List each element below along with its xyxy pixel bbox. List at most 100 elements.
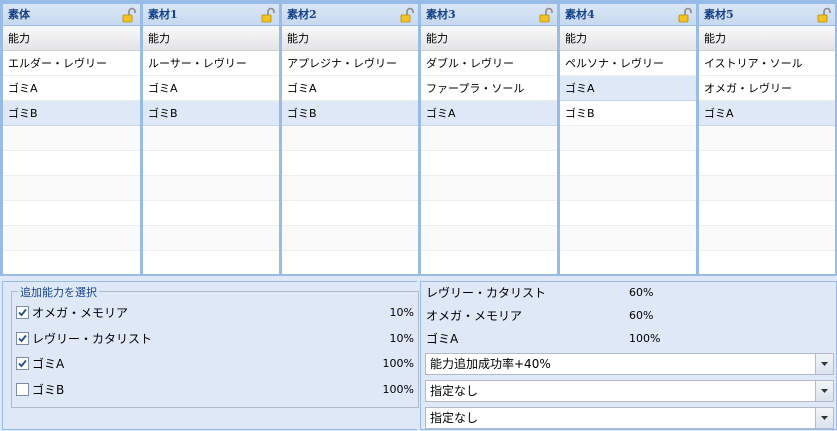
ability-row[interactable]: ゴミA — [560, 76, 696, 101]
empty-row — [560, 126, 696, 151]
ability-row[interactable]: ゴミA — [143, 76, 279, 101]
column-header[interactable]: 素体 — [3, 4, 140, 26]
empty-row — [3, 226, 140, 251]
empty-row — [282, 251, 418, 274]
column-title: 素材4 — [565, 8, 595, 21]
empty-row — [699, 151, 835, 176]
unlock-icon[interactable] — [817, 7, 831, 23]
checkbox-checked[interactable] — [16, 332, 29, 345]
summary-label: レヴリー・カタリスト — [426, 286, 547, 300]
unlock-icon[interactable] — [678, 7, 692, 23]
additional-ability-option[interactable]: ゴミB 100% — [16, 380, 414, 400]
material-column-3: 素材3 能力 ダブル・レヴリー ファープラ・ソール ゴミA — [420, 3, 558, 275]
ability-header[interactable]: 能力 — [282, 26, 418, 51]
empty-row — [699, 126, 835, 151]
ability-row[interactable]: ゴミB — [3, 101, 140, 126]
select-value: 指定なし — [430, 411, 479, 425]
ability-header[interactable]: 能力 — [3, 26, 140, 51]
material-column-4: 素材4 能力 ペルソナ・レヴリー ゴミA ゴミB — [559, 3, 697, 275]
additional-ability-fieldset: 追加能力を選択 オメガ・メモリア 10% レヴリー・カタリスト 10% ゴミA … — [11, 284, 419, 408]
bonus-select[interactable]: 能力追加成功率+40% — [425, 353, 834, 375]
empty-row — [421, 126, 557, 151]
ability-row[interactable]: ゴミB — [143, 101, 279, 126]
fieldset-legend: 追加能力を選択 — [18, 284, 99, 300]
empty-row — [560, 251, 696, 274]
ability-row[interactable]: ゴミA — [282, 76, 418, 101]
column-header[interactable]: 素材5 — [699, 4, 835, 26]
additional-ability-option[interactable]: オメガ・メモリア 10% — [16, 303, 414, 323]
summary-value: 60% — [629, 286, 654, 299]
ability-row[interactable]: ゴミA — [3, 76, 140, 101]
summary-label: オメガ・メモリア — [426, 309, 523, 323]
empty-row — [421, 226, 557, 251]
additional-ability-option[interactable]: レヴリー・カタリスト 10% — [16, 329, 414, 349]
checkbox-checked[interactable] — [16, 357, 29, 370]
unlock-icon[interactable] — [400, 7, 414, 23]
ability-row[interactable]: エルダー・レヴリー — [3, 51, 140, 76]
empty-row — [282, 176, 418, 201]
empty-row — [282, 126, 418, 151]
option-label: オメガ・メモリア — [32, 306, 129, 320]
empty-row — [143, 251, 279, 274]
empty-row — [3, 251, 140, 274]
unlock-icon[interactable] — [122, 7, 136, 23]
empty-row — [3, 151, 140, 176]
summary-value: 100% — [629, 332, 661, 345]
option-label: レヴリー・カタリスト — [32, 332, 153, 346]
option-select[interactable]: 指定なし — [425, 380, 834, 402]
ability-row[interactable]: ゴミB — [560, 101, 696, 126]
empty-row — [282, 151, 418, 176]
chevron-down-icon[interactable] — [815, 408, 833, 428]
ability-header[interactable]: 能力 — [421, 26, 557, 51]
ability-row[interactable]: ルーサー・レヴリー — [143, 51, 279, 76]
material-column-5: 素材5 能力 イストリア・ソール オメガ・レヴリー ゴミA — [698, 3, 836, 275]
ability-row[interactable]: ファープラ・ソール — [421, 76, 557, 101]
summary-value: 60% — [629, 309, 654, 322]
select-value: 指定なし — [430, 384, 479, 398]
ability-header[interactable]: 能力 — [143, 26, 279, 51]
ability-row[interactable]: オメガ・レヴリー — [699, 76, 835, 101]
ability-row[interactable]: ゴミA — [699, 101, 835, 126]
unlock-icon[interactable] — [539, 7, 553, 23]
column-title: 素材1 — [148, 8, 178, 21]
ability-row[interactable]: イストリア・ソール — [699, 51, 835, 76]
empty-row — [699, 201, 835, 226]
option-percent: 100% — [382, 383, 414, 396]
chevron-down-icon[interactable] — [815, 354, 833, 374]
ability-header[interactable]: 能力 — [560, 26, 696, 51]
checkbox-checked[interactable] — [16, 306, 29, 319]
material-column-2: 素材2 能力 アプレジナ・レヴリー ゴミA ゴミB — [281, 3, 419, 275]
unlock-icon[interactable] — [261, 7, 275, 23]
summary-item: オメガ・メモリア 60% — [426, 306, 716, 326]
additional-ability-option[interactable]: ゴミA 100% — [16, 354, 414, 374]
ability-row[interactable]: ペルソナ・レヴリー — [560, 51, 696, 76]
material-column-1: 素材1 能力 ルーサー・レヴリー ゴミA ゴミB — [142, 3, 280, 275]
empty-row — [560, 151, 696, 176]
empty-row — [421, 176, 557, 201]
empty-row — [143, 176, 279, 201]
empty-row — [282, 226, 418, 251]
chevron-down-icon[interactable] — [815, 381, 833, 401]
checkbox-unchecked[interactable] — [16, 383, 29, 396]
ability-row[interactable]: アプレジナ・レヴリー — [282, 51, 418, 76]
ability-row[interactable]: ゴミA — [421, 101, 557, 126]
ability-header[interactable]: 能力 — [699, 26, 835, 51]
column-header[interactable]: 素材2 — [282, 4, 418, 26]
column-header[interactable]: 素材1 — [143, 4, 279, 26]
option-percent: 10% — [389, 306, 414, 319]
empty-row — [560, 201, 696, 226]
empty-row — [699, 226, 835, 251]
ability-row[interactable]: ゴミB — [282, 101, 418, 126]
empty-row — [3, 176, 140, 201]
empty-row — [560, 226, 696, 251]
empty-row — [699, 251, 835, 274]
option-label: ゴミA — [32, 357, 65, 371]
column-header[interactable]: 素材3 — [421, 4, 557, 26]
empty-row — [3, 126, 140, 151]
empty-row — [560, 176, 696, 201]
option-select[interactable]: 指定なし — [425, 407, 834, 429]
empty-row — [143, 126, 279, 151]
summary-panel: レヴリー・カタリスト 60% オメガ・メモリア 60% ゴミA 100% 能力追… — [420, 281, 837, 430]
ability-row[interactable]: ダブル・レヴリー — [421, 51, 557, 76]
column-header[interactable]: 素材4 — [560, 4, 696, 26]
